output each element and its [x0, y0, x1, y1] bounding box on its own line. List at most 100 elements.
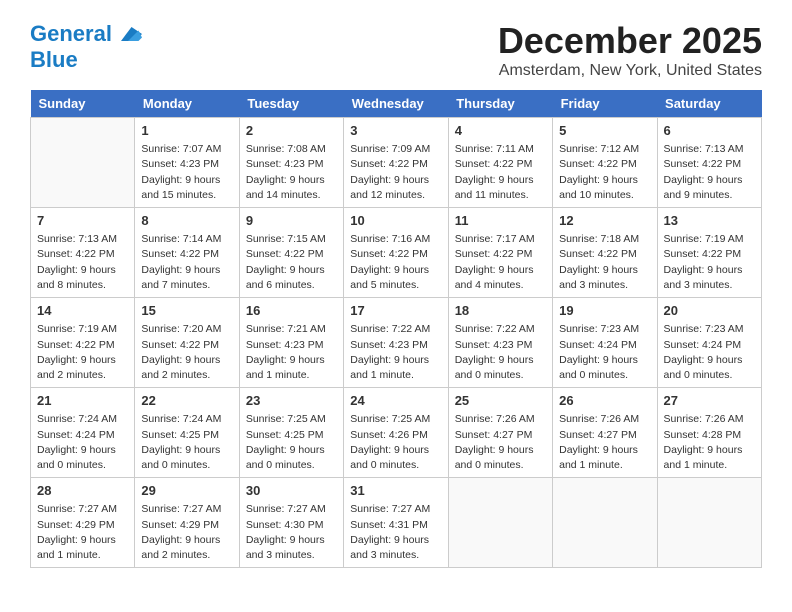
logo-text: General [30, 22, 112, 46]
calendar-cell: 8 Sunrise: 7:14 AMSunset: 4:22 PMDaylight… [135, 208, 239, 298]
day-number: 25 [455, 392, 546, 410]
day-info: Sunrise: 7:22 AMSunset: 4:23 PMDaylight:… [455, 322, 546, 383]
day-info: Sunrise: 7:26 AMSunset: 4:27 PMDaylight:… [559, 412, 650, 473]
calendar-cell: 6Sunrise: 7:13 AMSunset: 4:22 PMDaylight… [657, 118, 761, 208]
calendar-cell: 4 Sunrise: 7:11 AMSunset: 4:22 PMDaylight… [448, 118, 552, 208]
calendar-cell [448, 478, 552, 568]
calendar-cell: 24 Sunrise: 7:25 AMSunset: 4:26 PMDayligh… [344, 388, 448, 478]
calendar-week-1: 1Sunrise: 7:07 AMSunset: 4:23 PMDaylight… [31, 118, 762, 208]
day-number: 22 [141, 392, 232, 410]
day-number: 27 [664, 392, 755, 410]
logo-blue: Blue [30, 48, 142, 72]
logo-icon [114, 20, 142, 48]
day-number: 13 [664, 212, 755, 230]
day-info: Sunrise: 7:11 AMSunset: 4:22 PMDaylight:… [455, 142, 546, 203]
day-info: Sunrise: 7:27 AMSunset: 4:30 PMDaylight:… [246, 502, 337, 563]
day-number: 8 [141, 212, 232, 230]
calendar-cell: 10 Sunrise: 7:16 AMSunset: 4:22 PMDayligh… [344, 208, 448, 298]
day-number: 19 [559, 302, 650, 320]
day-info: Sunrise: 7:20 AMSunset: 4:22 PMDaylight:… [141, 322, 232, 383]
calendar-cell: 17Sunrise: 7:22 AMSunset: 4:23 PMDayligh… [344, 298, 448, 388]
day-info: Sunrise: 7:27 AMSunset: 4:29 PMDaylight:… [37, 502, 128, 563]
day-header-thursday: Thursday [448, 90, 552, 118]
calendar-cell: 2 Sunrise: 7:08 AMSunset: 4:23 PMDaylight… [239, 118, 343, 208]
day-number: 3 [350, 122, 441, 140]
calendar-cell: 21Sunrise: 7:24 AMSunset: 4:24 PMDayligh… [31, 388, 135, 478]
calendar-cell: 16Sunrise: 7:21 AMSunset: 4:23 PMDayligh… [239, 298, 343, 388]
day-info: Sunrise: 7:19 AMSunset: 4:22 PMDaylight:… [37, 322, 128, 383]
day-info: Sunrise: 7:12 AMSunset: 4:22 PMDaylight:… [559, 142, 650, 203]
month-title: December 2025 [498, 20, 762, 62]
calendar-cell: 15 Sunrise: 7:20 AMSunset: 4:22 PMDayligh… [135, 298, 239, 388]
day-number: 16 [246, 302, 337, 320]
day-info: Sunrise: 7:15 AMSunset: 4:22 PMDaylight:… [246, 232, 337, 293]
day-info: Sunrise: 7:19 AMSunset: 4:22 PMDaylight:… [664, 232, 755, 293]
subtitle: Amsterdam, New York, United States [498, 62, 762, 80]
day-number: 2 [246, 122, 337, 140]
calendar-cell: 7 Sunrise: 7:13 AMSunset: 4:22 PMDaylight… [31, 208, 135, 298]
day-info: Sunrise: 7:13 AMSunset: 4:22 PMDaylight:… [664, 142, 755, 203]
calendar-header-row: SundayMondayTuesdayWednesdayThursdayFrid… [31, 90, 762, 118]
calendar-cell: 3 Sunrise: 7:09 AMSunset: 4:22 PMDaylight… [344, 118, 448, 208]
day-number: 26 [559, 392, 650, 410]
day-info: Sunrise: 7:26 AMSunset: 4:27 PMDaylight:… [455, 412, 546, 473]
calendar-week-2: 7 Sunrise: 7:13 AMSunset: 4:22 PMDaylight… [31, 208, 762, 298]
day-number: 9 [246, 212, 337, 230]
day-info: Sunrise: 7:08 AMSunset: 4:23 PMDaylight:… [246, 142, 337, 203]
day-number: 21 [37, 392, 128, 410]
calendar-cell: 31 Sunrise: 7:27 AMSunset: 4:31 PMDayligh… [344, 478, 448, 568]
day-number: 18 [455, 302, 546, 320]
day-number: 23 [246, 392, 337, 410]
day-number: 30 [246, 482, 337, 500]
day-number: 10 [350, 212, 441, 230]
calendar-cell: 29Sunrise: 7:27 AMSunset: 4:29 PMDayligh… [135, 478, 239, 568]
day-info: Sunrise: 7:25 AMSunset: 4:26 PMDaylight:… [350, 412, 441, 473]
day-info: Sunrise: 7:26 AMSunset: 4:28 PMDaylight:… [664, 412, 755, 473]
calendar-cell: 26 Sunrise: 7:26 AMSunset: 4:27 PMDayligh… [553, 388, 657, 478]
day-header-sunday: Sunday [31, 90, 135, 118]
calendar-cell: 1Sunrise: 7:07 AMSunset: 4:23 PMDaylight… [135, 118, 239, 208]
calendar-cell: 28 Sunrise: 7:27 AMSunset: 4:29 PMDayligh… [31, 478, 135, 568]
day-number: 20 [664, 302, 755, 320]
day-number: 14 [37, 302, 128, 320]
calendar-cell: 25 Sunrise: 7:26 AMSunset: 4:27 PMDayligh… [448, 388, 552, 478]
day-number: 28 [37, 482, 128, 500]
day-header-saturday: Saturday [657, 90, 761, 118]
day-number: 1 [141, 122, 232, 140]
day-number: 4 [455, 122, 546, 140]
day-number: 24 [350, 392, 441, 410]
day-info: Sunrise: 7:24 AMSunset: 4:25 PMDaylight:… [141, 412, 232, 473]
calendar-cell: 19Sunrise: 7:23 AMSunset: 4:24 PMDayligh… [553, 298, 657, 388]
day-number: 15 [141, 302, 232, 320]
calendar-cell: 14 Sunrise: 7:19 AMSunset: 4:22 PMDayligh… [31, 298, 135, 388]
day-header-friday: Friday [553, 90, 657, 118]
day-info: Sunrise: 7:17 AMSunset: 4:22 PMDaylight:… [455, 232, 546, 293]
calendar-cell [657, 478, 761, 568]
calendar-week-3: 14 Sunrise: 7:19 AMSunset: 4:22 PMDayligh… [31, 298, 762, 388]
day-info: Sunrise: 7:13 AMSunset: 4:22 PMDaylight:… [37, 232, 128, 293]
calendar-cell: 13 Sunrise: 7:19 AMSunset: 4:22 PMDayligh… [657, 208, 761, 298]
day-info: Sunrise: 7:09 AMSunset: 4:22 PMDaylight:… [350, 142, 441, 203]
day-number: 12 [559, 212, 650, 230]
calendar-cell [31, 118, 135, 208]
day-info: Sunrise: 7:14 AMSunset: 4:22 PMDaylight:… [141, 232, 232, 293]
day-header-wednesday: Wednesday [344, 90, 448, 118]
calendar-cell: 23 Sunrise: 7:25 AMSunset: 4:25 PMDayligh… [239, 388, 343, 478]
day-number: 29 [141, 482, 232, 500]
calendar-cell: 27 Sunrise: 7:26 AMSunset: 4:28 PMDayligh… [657, 388, 761, 478]
logo: General Blue [30, 20, 142, 72]
day-number: 31 [350, 482, 441, 500]
day-info: Sunrise: 7:16 AMSunset: 4:22 PMDaylight:… [350, 232, 441, 293]
calendar-cell: 5 Sunrise: 7:12 AMSunset: 4:22 PMDaylight… [553, 118, 657, 208]
day-info: Sunrise: 7:22 AMSunset: 4:23 PMDaylight:… [350, 322, 441, 383]
day-number: 5 [559, 122, 650, 140]
title-area: December 2025 Amsterdam, New York, Unite… [498, 20, 762, 80]
day-info: Sunrise: 7:27 AMSunset: 4:31 PMDaylight:… [350, 502, 441, 563]
day-header-tuesday: Tuesday [239, 90, 343, 118]
day-number: 7 [37, 212, 128, 230]
calendar-cell: 12Sunrise: 7:18 AMSunset: 4:22 PMDayligh… [553, 208, 657, 298]
day-info: Sunrise: 7:25 AMSunset: 4:25 PMDaylight:… [246, 412, 337, 473]
calendar-cell: 30 Sunrise: 7:27 AMSunset: 4:30 PMDayligh… [239, 478, 343, 568]
calendar-week-5: 28 Sunrise: 7:27 AMSunset: 4:29 PMDayligh… [31, 478, 762, 568]
day-info: Sunrise: 7:23 AMSunset: 4:24 PMDaylight:… [664, 322, 755, 383]
